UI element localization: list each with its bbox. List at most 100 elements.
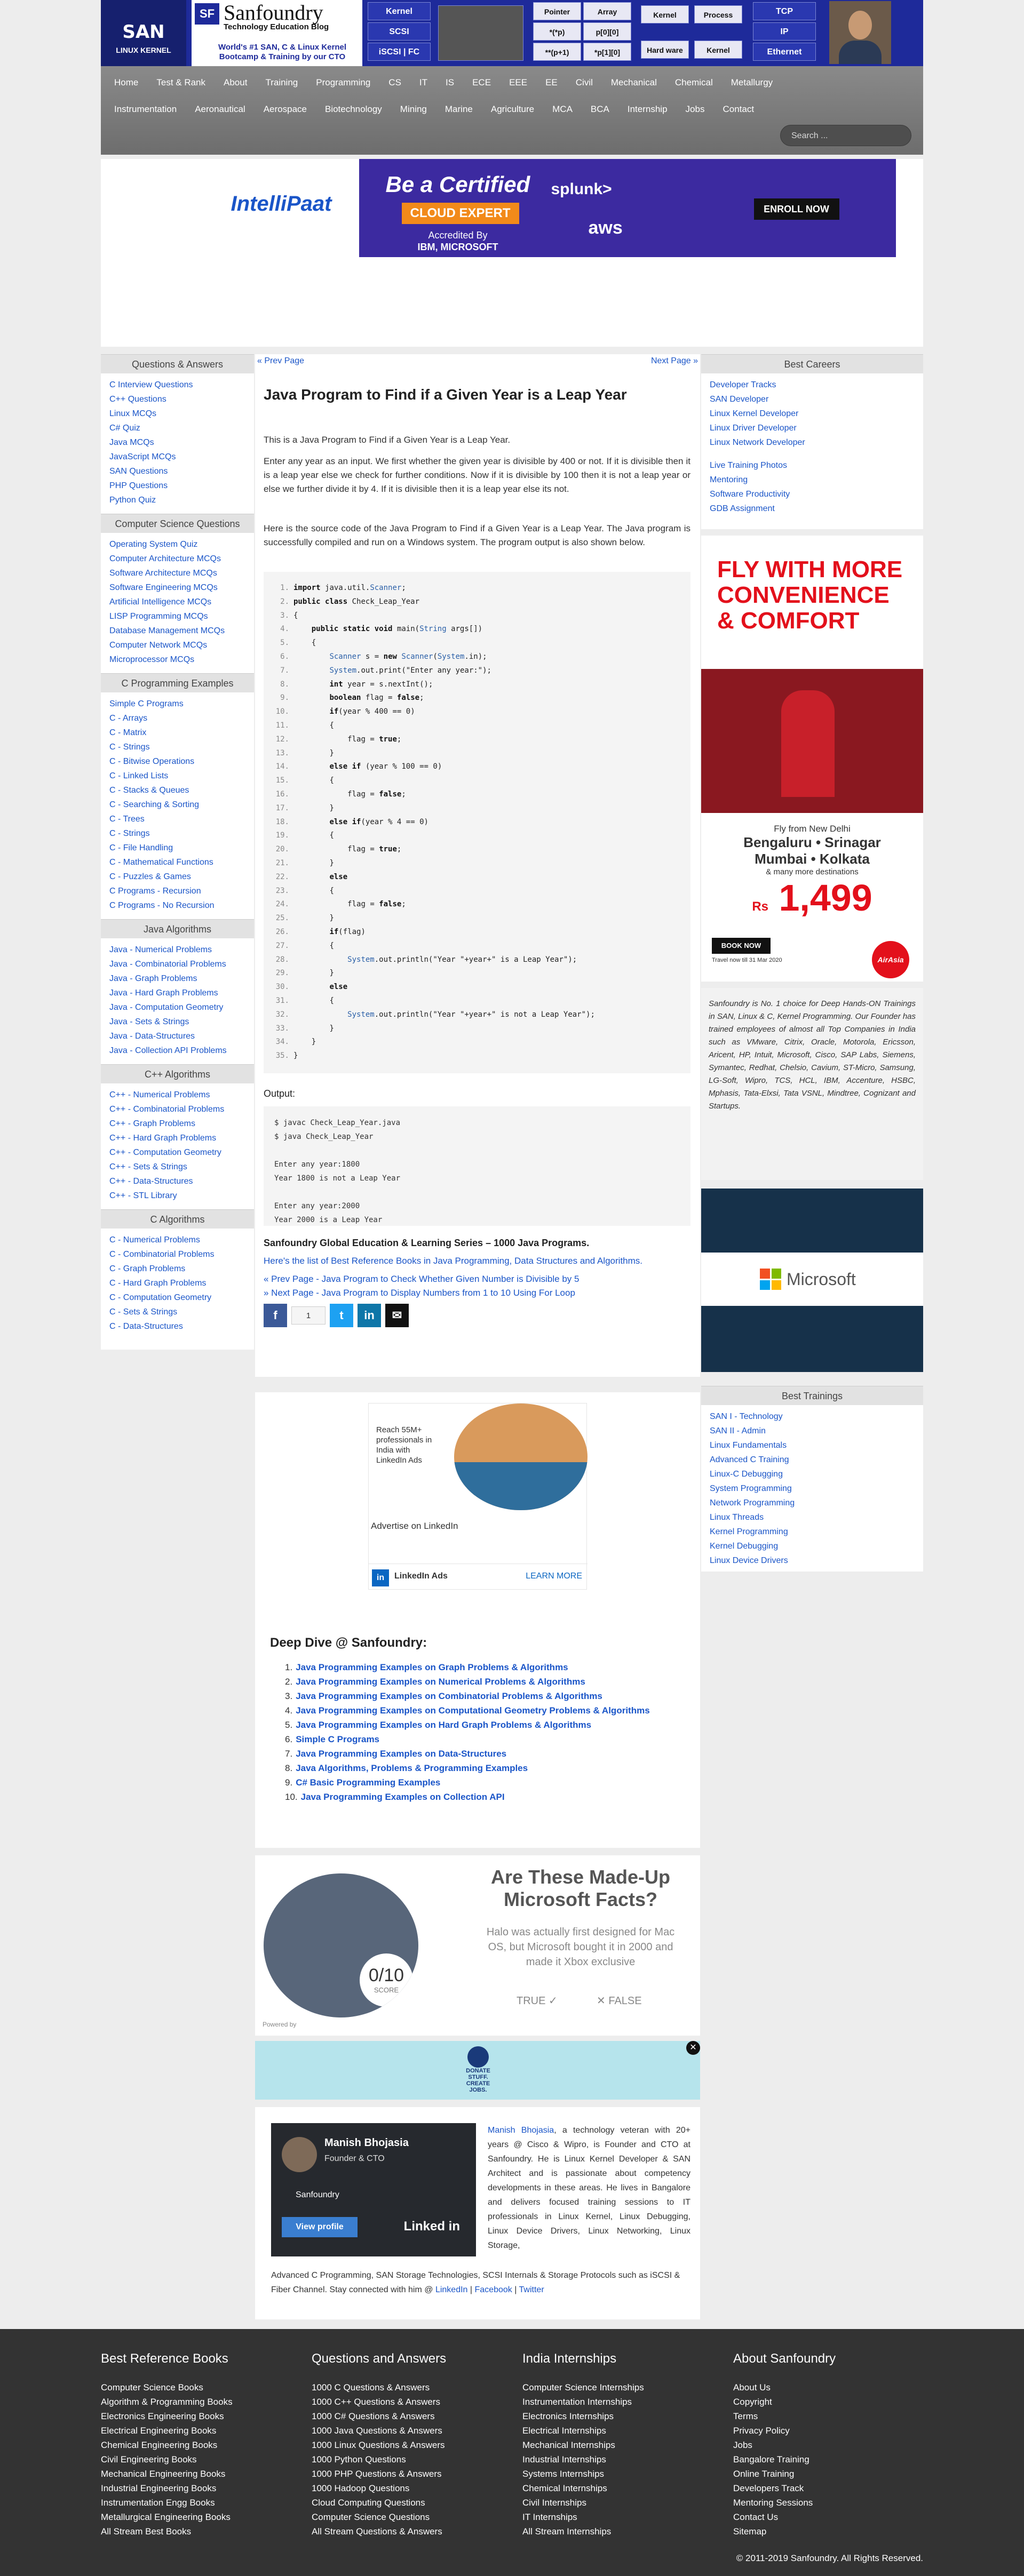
nav-item[interactable]: Training (256, 69, 307, 96)
brand-block[interactable]: SF Sanfoundry Technology Education Blog … (192, 0, 362, 66)
career-link[interactable]: SAN Developer (710, 392, 915, 406)
sidebar-link[interactable]: Python Quiz (109, 493, 245, 507)
training-link[interactable]: Linux Fundamentals (710, 1438, 915, 1453)
deep-dive-link[interactable]: Java Programming Examples on Combinatori… (296, 1689, 602, 1703)
nav-item[interactable]: MCA (543, 96, 582, 123)
nav-item[interactable]: IT (410, 69, 436, 96)
nav-item[interactable]: ECE (463, 69, 500, 96)
sidebar-link[interactable]: C++ - Data-Structures (109, 1174, 245, 1189)
nav-item[interactable]: CS (379, 69, 410, 96)
header-tile[interactable]: Ethernet (753, 43, 816, 61)
sidebar-link[interactable]: C - Hard Graph Problems (109, 1276, 245, 1290)
author-link[interactable]: Manish Bhojasia (488, 2126, 554, 2135)
intellipaat-banner[interactable]: IntelliPaat Be a Certified CLOUD EXPERT … (182, 159, 896, 257)
header-tile[interactable]: p[0][0] (583, 22, 631, 41)
sidebar-link[interactable]: C - Sets & Strings (109, 1305, 245, 1319)
footer-link[interactable]: Mechanical Engineering Books (101, 2467, 277, 2481)
san-linux-kernel-logo[interactable]: SAN LINUX KERNEL (101, 0, 186, 66)
footer-link[interactable]: Industrial Engineering Books (101, 2481, 277, 2495)
nav-item[interactable]: Aerospace (255, 96, 316, 123)
sidebar-link[interactable]: C++ - STL Library (109, 1189, 245, 1203)
header-tile[interactable]: Hard ware (641, 41, 689, 59)
sidebar-link[interactable]: Simple C Programs (109, 697, 245, 711)
nav-item[interactable]: Home (105, 69, 147, 96)
close-icon[interactable]: ✕ (686, 2041, 700, 2055)
false-button[interactable]: ✕ FALSE (597, 1994, 642, 2007)
footer-link[interactable]: Developers Track (733, 2481, 909, 2495)
facebook-icon[interactable]: f (264, 1304, 287, 1327)
header-tile[interactable]: TCP (753, 2, 816, 20)
footer-link[interactable]: Systems Internships (522, 2467, 698, 2481)
prev-article-link[interactable]: « Prev Page - Java Program to Check Whet… (264, 1274, 579, 1285)
career-link[interactable]: Developer Tracks (710, 378, 915, 392)
sidebar-link[interactable]: C# Quiz (109, 421, 245, 435)
sidebar-link[interactable]: LISP Programming MCQs (109, 609, 245, 624)
sidebar-link[interactable]: C - Trees (109, 812, 245, 826)
footer-link[interactable]: IT Internships (522, 2510, 698, 2524)
footer-link[interactable]: All Stream Internships (522, 2524, 698, 2539)
deep-dive-link[interactable]: Java Programming Examples on Numerical P… (296, 1674, 585, 1689)
sidebar-link[interactable]: Computer Network MCQs (109, 638, 245, 652)
nav-item[interactable]: Chemical (666, 69, 722, 96)
nav-item[interactable]: Aeronautical (186, 96, 255, 123)
training-link[interactable]: Advanced C Training (710, 1453, 915, 1467)
footer-link[interactable]: Computer Science Questions (312, 2510, 488, 2524)
footer-link[interactable]: Chemical Internships (522, 2481, 698, 2495)
header-tile[interactable]: Kernel (694, 41, 742, 59)
footer-link[interactable]: 1000 C Questions & Answers (312, 2380, 488, 2395)
footer-link[interactable]: Bangalore Training (733, 2452, 909, 2467)
footer-link[interactable]: Sitemap (733, 2524, 909, 2539)
email-icon[interactable]: ✉ (385, 1304, 409, 1327)
nav-item[interactable]: Agriculture (482, 96, 543, 123)
footer-link[interactable]: Instrumentation Engg Books (101, 2495, 277, 2510)
sidebar-link[interactable]: C Programs - Recursion (109, 884, 245, 898)
sidebar-link[interactable]: C++ - Graph Problems (109, 1116, 245, 1131)
header-tile[interactable]: *p[1][0] (583, 43, 631, 61)
nav-item[interactable]: Mechanical (602, 69, 666, 96)
nav-item[interactable]: Metallurgy (722, 69, 782, 96)
footer-link[interactable]: Jobs (733, 2438, 909, 2452)
training-link[interactable]: Linux-C Debugging (710, 1467, 915, 1481)
training-link[interactable]: Kernel Programming (710, 1525, 915, 1539)
header-tile[interactable]: Pointer (533, 2, 581, 20)
footer-link[interactable]: All Stream Best Books (101, 2524, 277, 2539)
sidebar-link[interactable]: C++ - Computation Geometry (109, 1145, 245, 1160)
sidebar-link[interactable]: JavaScript MCQs (109, 450, 245, 464)
sidebar-link[interactable]: Java - Numerical Problems (109, 943, 245, 957)
career-link[interactable]: Linux Driver Developer (710, 421, 915, 435)
sidebar-link[interactable]: C++ - Combinatorial Problems (109, 1102, 245, 1116)
nav-item[interactable]: Internship (618, 96, 677, 123)
career-link[interactable]: Mentoring (710, 473, 915, 487)
footer-link[interactable]: Instrumentation Internships (522, 2395, 698, 2409)
footer-link[interactable]: Mechanical Internships (522, 2438, 698, 2452)
goodwill-ad[interactable]: DONATE STUFF. CREATE JOBS. ✕ (255, 2041, 700, 2100)
next-page-link[interactable]: Next Page » (651, 356, 698, 366)
sidebar-link[interactable]: C - File Handling (109, 841, 245, 855)
footer-link[interactable]: 1000 C++ Questions & Answers (312, 2395, 488, 2409)
header-tile[interactable]: **(p+1) (533, 43, 581, 61)
sidebar-link[interactable]: Database Management MCQs (109, 624, 245, 638)
nav-item[interactable]: Mining (391, 96, 436, 123)
footer-link[interactable]: 1000 Python Questions (312, 2452, 488, 2467)
founder-photo[interactable] (829, 1, 891, 64)
true-button[interactable]: TRUE ✓ (517, 1994, 558, 2007)
nav-item[interactable]: IS (436, 69, 463, 96)
nav-item[interactable]: About (215, 69, 256, 96)
training-link[interactable]: SAN I - Technology (710, 1409, 915, 1424)
career-link[interactable]: Linux Network Developer (710, 435, 915, 450)
twitter-icon[interactable]: t (330, 1304, 353, 1327)
sidebar-link[interactable]: Java - Computation Geometry (109, 1000, 245, 1015)
footer-link[interactable]: 1000 Linux Questions & Answers (312, 2438, 488, 2452)
next-article-link[interactable]: » Next Page - Java Program to Display Nu… (264, 1288, 575, 1298)
career-link[interactable]: Live Training Photos (710, 458, 915, 473)
sidebar-link[interactable]: Java - Sets & Strings (109, 1015, 245, 1029)
footer-link[interactable]: Privacy Policy (733, 2423, 909, 2438)
sidebar-link[interactable]: C - Stacks & Queues (109, 783, 245, 797)
sidebar-link[interactable]: C Interview Questions (109, 378, 245, 392)
nav-item[interactable]: Marine (436, 96, 482, 123)
prev-page-link[interactable]: « Prev Page (257, 356, 304, 366)
footer-link[interactable]: Computer Science Books (101, 2380, 277, 2395)
sidebar-link[interactable]: C - Data-Structures (109, 1319, 245, 1334)
sidebar-link[interactable]: C - Bitwise Operations (109, 754, 245, 769)
footer-link[interactable]: All Stream Questions & Answers (312, 2524, 488, 2539)
